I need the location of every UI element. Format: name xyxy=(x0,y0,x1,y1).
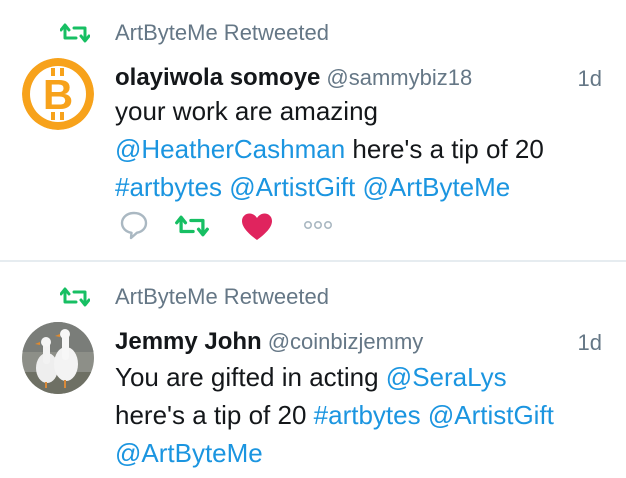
avatar[interactable]: B xyxy=(22,58,94,130)
tweet-line: @ArtByteMe xyxy=(115,434,615,472)
mention-link[interactable]: @ArtistGift xyxy=(428,400,554,430)
geese-photo-avatar xyxy=(22,322,94,394)
display-name[interactable]: Jemmy John xyxy=(115,328,262,355)
hashtag-link[interactable]: #artbytes xyxy=(115,172,222,202)
tweet-line: your work are amazing xyxy=(115,92,615,130)
mention-link[interactable]: @ArtByteMe xyxy=(363,172,511,202)
text-segment: here's a tip of 20 xyxy=(115,400,314,430)
tweet-line: here's a tip of 20 #artbytes @ArtistGift xyxy=(115,396,615,434)
text-segment: here's a tip of 20 xyxy=(345,134,544,164)
svg-text:B: B xyxy=(43,71,73,118)
user-handle[interactable]: @coinbizjemmy xyxy=(268,329,424,354)
mention-link[interactable]: @SeraLys xyxy=(386,362,507,392)
bitcoin-logo-icon: B xyxy=(22,58,94,130)
like-icon[interactable] xyxy=(241,212,273,242)
timestamp[interactable]: 1d xyxy=(578,66,602,92)
reply-icon[interactable] xyxy=(119,210,149,240)
text-segment: your work are amazing xyxy=(115,96,378,126)
mention-link[interactable]: @ArtByteMe xyxy=(115,438,263,468)
timestamp[interactable]: 1d xyxy=(578,330,602,356)
retweeted-by-label[interactable]: ArtByteMe Retweeted xyxy=(115,20,329,46)
text-segment: You are gifted in acting xyxy=(115,362,386,392)
tweet-card[interactable]: ArtByteMe Retweeted Jemmy John @coinbizje… xyxy=(0,262,626,478)
retweet-indicator-icon xyxy=(60,287,90,307)
mention-link[interactable]: @HeatherCashman xyxy=(115,134,345,164)
retweet-icon[interactable] xyxy=(175,214,209,238)
retweet-indicator-icon xyxy=(60,23,90,43)
tweet-line: #artbytes @ArtistGift @ArtByteMe xyxy=(115,168,615,206)
display-name[interactable]: olayiwola somoye xyxy=(115,64,320,91)
retweeted-by-label[interactable]: ArtByteMe Retweeted xyxy=(115,284,329,310)
avatar[interactable] xyxy=(22,322,94,394)
tweet-line: @HeatherCashman here's a tip of 20 xyxy=(115,130,615,168)
tweet-text: You are gifted in acting @SeraLys here's… xyxy=(115,358,615,472)
mention-link[interactable]: @ArtistGift xyxy=(229,172,355,202)
tweet-card[interactable]: ArtByteMe Retweeted B olayiwola somoye @s… xyxy=(0,0,626,260)
tweet-header: Jemmy John @coinbizjemmy 1d xyxy=(115,328,602,358)
more-icon[interactable] xyxy=(303,220,333,230)
tweet-header: olayiwola somoye @sammybiz18 1d xyxy=(115,64,602,94)
hashtag-link[interactable]: #artbytes xyxy=(314,400,421,430)
tweet-text: your work are amazing @HeatherCashman he… xyxy=(115,92,615,206)
tweet-line: You are gifted in acting @SeraLys xyxy=(115,358,615,396)
user-handle[interactable]: @sammybiz18 xyxy=(326,65,472,90)
